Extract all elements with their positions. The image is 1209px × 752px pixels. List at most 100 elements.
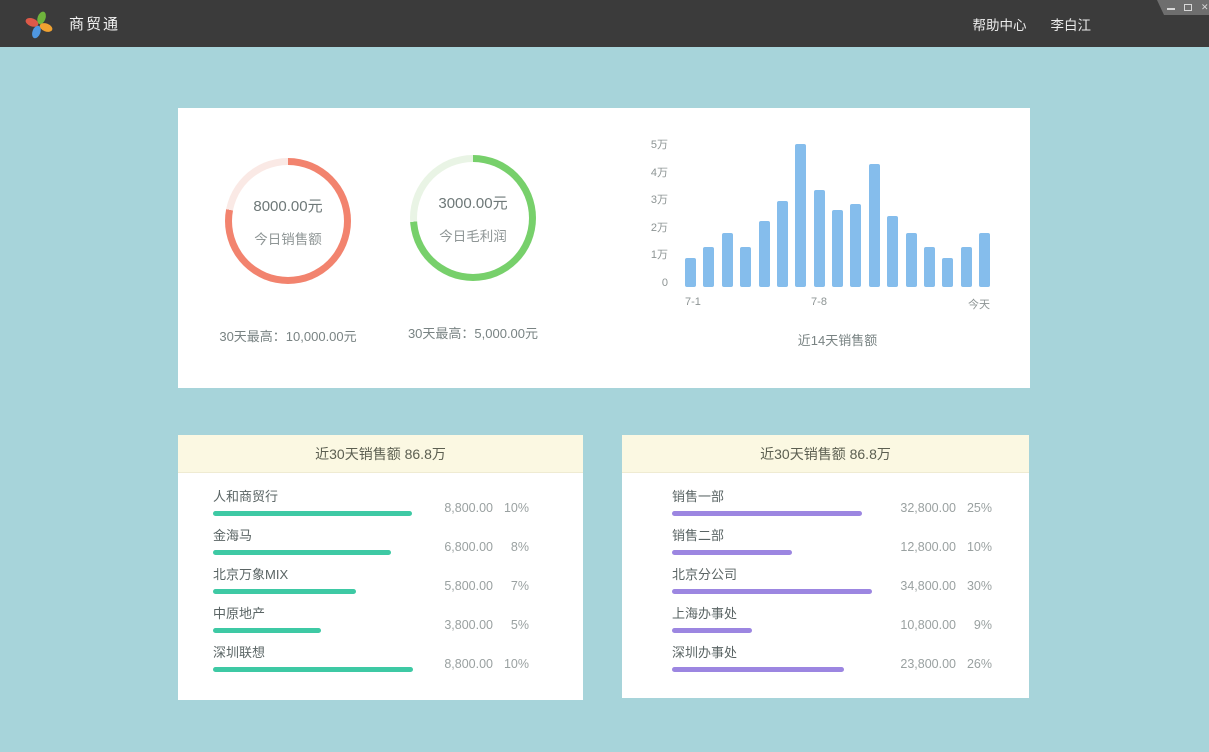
today-profit-donut-ring: 3000.00元 今日毛利润 (410, 155, 536, 281)
item-percent: 10% (956, 540, 992, 554)
list-item: 销售一部32,800.0025% (672, 489, 992, 516)
list-item: 人和商贸行8,800.0010% (213, 489, 529, 516)
dashboard: 8000.00元 今日销售额 30天最高：10,000.00元 3000.00元… (0, 47, 1209, 752)
item-amount: 34,800.00 (886, 579, 956, 593)
department-sales-list: 销售一部32,800.0025%销售二部12,800.0010%北京分公司34,… (622, 473, 1029, 672)
minimize-button[interactable] (1167, 0, 1175, 15)
item-percent: 5% (493, 618, 529, 632)
item-info: 中原地产 (213, 606, 415, 633)
item-values: 5,800.007% (415, 567, 529, 594)
item-percent: 30% (956, 579, 992, 593)
sales-bar-chart: 5万4万3万2万1万0 7-1 7-8 今天 近14天销售额 (638, 138, 1008, 373)
item-amount: 32,800.00 (886, 501, 956, 515)
y-axis-tick-label: 3万 (638, 193, 668, 207)
chart-bar (850, 204, 861, 287)
donut-center: 3000.00元 今日毛利润 (417, 162, 529, 274)
titlebar: 商贸通 帮助中心 李白江 ✕ (0, 0, 1209, 47)
help-center-link[interactable]: 帮助中心 (973, 14, 1027, 34)
item-name: 上海办事处 (672, 606, 874, 622)
item-amount: 10,800.00 (886, 618, 956, 632)
x-axis-label: 7-1 (685, 296, 701, 308)
gauge-value: 8000.00元 (253, 195, 322, 216)
item-percent: 25% (956, 501, 992, 515)
customer-sales-list: 人和商贸行8,800.0010%金海马6,800.008%北京万象MIX5,80… (178, 473, 583, 672)
chart-bar (961, 247, 972, 287)
item-values: 6,800.008% (415, 528, 529, 555)
chart-bar (942, 258, 953, 287)
item-values: 8,800.0010% (415, 645, 529, 672)
close-icon: ✕ (1201, 0, 1209, 15)
today-profit-gauge: 3000.00元 今日毛利润 30天最高：5,000.00元 (383, 155, 563, 342)
item-name: 中原地产 (213, 606, 415, 622)
list-item: 深圳联想8,800.0010% (213, 645, 529, 672)
item-values: 3,800.005% (415, 606, 529, 633)
close-button[interactable]: ✕ (1201, 0, 1209, 15)
item-amount: 8,800.00 (423, 501, 493, 515)
bars-area (685, 144, 990, 287)
gauge-label: 今日销售额 (254, 228, 322, 248)
item-name: 销售二部 (672, 528, 874, 544)
item-values: 32,800.0025% (874, 489, 992, 516)
department-sales-card: 近30天销售额 86.8万 销售一部32,800.0025%销售二部12,800… (622, 435, 1029, 698)
chart-bar (685, 258, 696, 287)
item-name: 北京万象MIX (213, 567, 415, 583)
chart-bar (887, 216, 898, 287)
progress-bar (672, 628, 752, 633)
progress-bar (213, 667, 413, 672)
item-name: 北京分公司 (672, 567, 874, 583)
chart-bar (777, 201, 788, 287)
y-axis-tick-label: 0 (638, 276, 668, 290)
item-amount: 8,800.00 (423, 657, 493, 671)
item-amount: 12,800.00 (886, 540, 956, 554)
item-info: 人和商贸行 (213, 489, 415, 516)
item-info: 金海马 (213, 528, 415, 555)
list-item: 北京万象MIX5,800.007% (213, 567, 529, 594)
item-percent: 10% (493, 501, 529, 515)
list-item: 上海办事处 10,800.009% (672, 606, 992, 633)
item-values: 12,800.0010% (874, 528, 992, 555)
progress-bar (213, 511, 412, 516)
item-values: 23,800.0026% (874, 645, 992, 672)
item-percent: 8% (493, 540, 529, 554)
chart-title: 近14天销售额 (685, 330, 990, 349)
item-amount: 23,800.00 (886, 657, 956, 671)
maximize-button[interactable] (1184, 0, 1192, 15)
y-axis-tick-label: 5万 (638, 138, 668, 152)
chart-bar (740, 247, 751, 287)
minimize-icon (1167, 8, 1175, 10)
progress-bar (672, 589, 872, 594)
donut-center: 8000.00元 今日销售额 (232, 165, 344, 277)
titlebar-nav: 帮助中心 李白江 (973, 14, 1209, 34)
item-amount: 3,800.00 (423, 618, 493, 632)
item-values: 8,800.0010% (415, 489, 529, 516)
item-info: 上海办事处 (672, 606, 874, 633)
gauge-value: 3000.00元 (438, 192, 507, 213)
chart-bar (869, 164, 880, 287)
user-menu[interactable]: 李白江 (1051, 14, 1092, 34)
chart-bar (832, 210, 843, 287)
chart-bar (814, 190, 825, 287)
summary-card: 8000.00元 今日销售额 30天最高：10,000.00元 3000.00元… (178, 108, 1030, 388)
item-name: 销售一部 (672, 489, 874, 505)
item-percent: 9% (956, 618, 992, 632)
item-info: 销售二部 (672, 528, 874, 555)
today-sales-donut-ring: 8000.00元 今日销售额 (225, 158, 351, 284)
item-amount: 5,800.00 (423, 579, 493, 593)
y-axis-tick-label: 1万 (638, 248, 668, 262)
card-header: 近30天销售额 86.8万 (178, 435, 583, 473)
item-info: 销售一部 (672, 489, 874, 516)
item-name: 人和商贸行 (213, 489, 415, 505)
progress-bar (213, 589, 356, 594)
y-axis-tick-label: 4万 (638, 166, 668, 180)
item-info: 北京万象MIX (213, 567, 415, 594)
x-axis-label: 今天 (955, 296, 990, 312)
item-values: 34,800.0030% (874, 567, 992, 594)
today-sales-gauge: 8000.00元 今日销售额 30天最高：10,000.00元 (198, 158, 378, 345)
item-name: 金海马 (213, 528, 415, 544)
item-amount: 6,800.00 (423, 540, 493, 554)
gauge-max-label: 30天最高：10,000.00元 (219, 326, 356, 345)
chart-bar (924, 247, 935, 287)
list-item: 深圳办事处23,800.0026% (672, 645, 992, 672)
progress-bar (672, 667, 844, 672)
item-name: 深圳联想 (213, 645, 415, 661)
